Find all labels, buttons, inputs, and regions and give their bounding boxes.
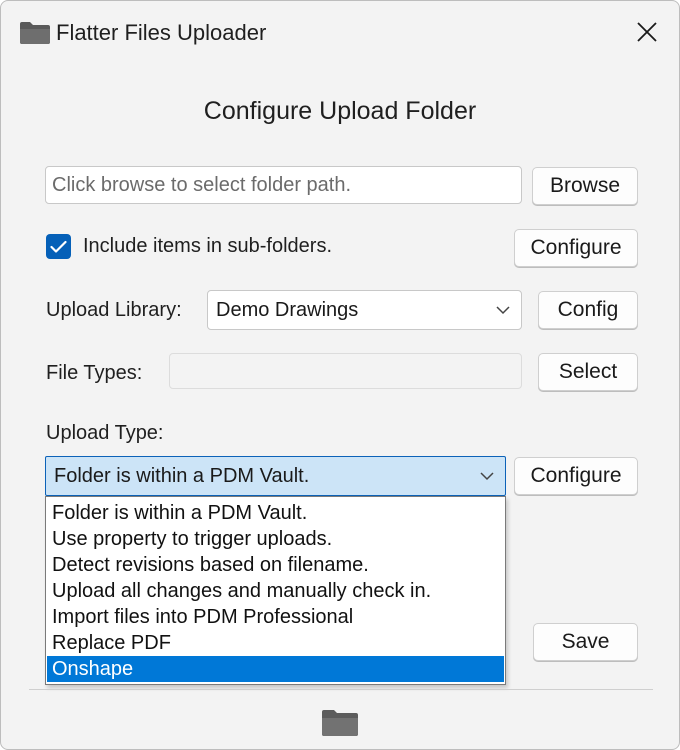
upload-type-configure-button[interactable]: Configure	[514, 457, 638, 495]
upload-type-label: Upload Type:	[46, 422, 164, 444]
close-button[interactable]	[621, 9, 673, 55]
window-title: Flatter Files Uploader	[56, 20, 267, 45]
subfolders-configure-button[interactable]: Configure	[514, 229, 638, 267]
close-icon	[637, 22, 657, 42]
folder-path-input[interactable]: Click browse to select folder path.	[45, 166, 522, 204]
include-subfolders-label[interactable]: Include items in sub-folders.	[83, 235, 332, 258]
upload-library-label: Upload Library:	[46, 299, 182, 321]
dropdown-option[interactable]: Detect revisions based on filename.	[47, 552, 504, 578]
checkmark-icon	[50, 240, 67, 253]
save-button[interactable]: Save	[533, 623, 638, 661]
library-config-button[interactable]: Config	[538, 291, 638, 329]
upload-library-value: Demo Drawings	[216, 298, 359, 321]
title-bar: Flatter Files Uploader	[1, 1, 679, 63]
upload-type-select[interactable]: Folder is within a PDM Vault.	[45, 456, 506, 496]
dialog-heading: Configure Upload Folder	[203, 97, 477, 125]
upload-type-value: Folder is within a PDM Vault.	[54, 464, 310, 487]
chevron-down-icon	[496, 306, 510, 315]
browse-button[interactable]: Browse	[532, 167, 638, 205]
file-types-label: File Types:	[46, 362, 143, 384]
dropdown-option[interactable]: Replace PDF	[47, 630, 504, 656]
folder-icon	[20, 22, 50, 44]
dropdown-option[interactable]: Import files into PDM Professional	[47, 604, 504, 630]
chevron-down-icon	[480, 472, 494, 481]
folder-icon	[322, 710, 358, 736]
dropdown-option[interactable]: Use property to trigger uploads.	[47, 526, 504, 552]
footer-divider	[29, 689, 653, 690]
file-types-select-button[interactable]: Select	[538, 353, 638, 391]
dropdown-option[interactable]: Upload all changes and manually check in…	[47, 578, 504, 604]
upload-library-select[interactable]: Demo Drawings	[207, 290, 522, 330]
dropdown-option-highlighted[interactable]: Onshape	[47, 656, 504, 682]
file-types-field	[169, 353, 522, 389]
upload-type-dropdown-list: Folder is within a PDM Vault. Use proper…	[45, 496, 506, 685]
uploader-window: Flatter Files Uploader Configure Upload …	[0, 0, 680, 750]
dropdown-option[interactable]: Folder is within a PDM Vault.	[47, 500, 504, 526]
folder-path-placeholder: Click browse to select folder path.	[52, 173, 352, 196]
include-subfolders-checkbox[interactable]	[46, 234, 71, 259]
